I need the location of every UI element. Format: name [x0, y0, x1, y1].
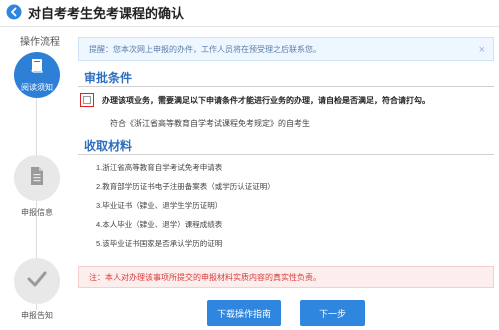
- step-label: 阅读须知: [21, 83, 53, 92]
- page-title: 对自考考生免考课程的确认: [28, 5, 185, 21]
- checkbox-box: [83, 96, 91, 104]
- materials-list: 1.浙江省高等教育自学考试免考申请表 2.教育部学历证书电子注册备案表（或学历认…: [96, 162, 275, 257]
- tip-text: 提醒：您本次网上申报的办件，工作人员将在预受理之后联系您。: [89, 44, 321, 54]
- conditions-title: 审批条件: [84, 71, 133, 85]
- book-icon: [28, 57, 46, 80]
- back-arrow-icon[interactable]: [6, 4, 22, 20]
- step-circle: 阅读须知: [14, 52, 60, 98]
- step-label: 申报告知: [21, 311, 53, 320]
- step-read-notice[interactable]: 阅读须知: [14, 52, 60, 98]
- steps-caption: 操作流程: [20, 37, 60, 48]
- next-step-button[interactable]: 下一步: [300, 300, 365, 326]
- notice-banner: 注：本人对办理该事项所提交的申报材料实质内容的真实性负责。: [78, 266, 494, 288]
- list-item: 5.该毕业证书国家是否承认学历的证明: [96, 239, 223, 248]
- condition-checkbox-text: 办理该项业务，需要满足以下申请条件才能进行业务的办理，请自检是否满足，符合请打勾…: [102, 95, 430, 105]
- list-item: 1.浙江省高等教育自学考试免考申请表: [96, 163, 223, 172]
- step-label: 申报信息: [21, 208, 53, 217]
- tip-banner: 提醒：您本次网上申报的办件，工作人员将在预受理之后联系您。 ×: [78, 37, 494, 61]
- step-circle: [14, 155, 60, 201]
- agree-checkbox[interactable]: [80, 93, 94, 107]
- section-divider: [78, 86, 494, 87]
- condition-item: 符合《浙江省高等教育自学考试课程免考规定》的自考生: [110, 119, 310, 128]
- page-header: 对自考考生免考课程的确认: [0, 0, 499, 24]
- condition-agree-row: 办理该项业务，需要满足以下申请条件才能进行业务的办理，请自检是否满足，符合请打勾…: [80, 93, 430, 107]
- download-guide-button[interactable]: 下载操作指南: [207, 300, 281, 326]
- list-item: 3.毕业证书（肄业、退学生学历证明）: [96, 201, 223, 210]
- close-icon[interactable]: ×: [479, 44, 485, 56]
- list-item: 4.本人毕业（肄业、退学）课程成绩表: [96, 220, 223, 229]
- header-divider: [0, 26, 499, 27]
- section-divider: [78, 154, 494, 155]
- check-icon: [27, 271, 47, 292]
- materials-title: 收取材料: [84, 139, 133, 153]
- step-apply-notice[interactable]: 申报告知: [14, 258, 60, 321]
- list-item: 2.教育部学历证书电子注册备案表（或学历认证证明）: [96, 182, 275, 191]
- step-circle: [14, 258, 60, 304]
- notice-text: 注：本人对办理该事项所提交的申报材料实质内容的真实性负责。: [89, 272, 321, 282]
- step-sidebar: 操作流程 阅读须知 申报信息 申报告知: [0, 30, 70, 330]
- step-apply-info[interactable]: 申报信息: [14, 155, 60, 218]
- document-icon: [28, 166, 46, 191]
